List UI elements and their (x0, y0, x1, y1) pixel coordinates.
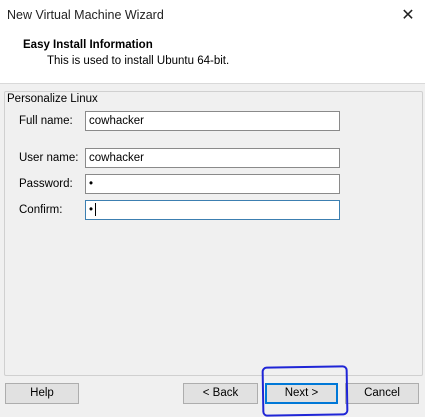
group-label: Personalize Linux (7, 93, 100, 105)
text-caret (95, 203, 96, 216)
user-name-label: User name: (19, 152, 79, 164)
back-button[interactable]: < Back (183, 383, 258, 404)
title-bar: New Virtual Machine Wizard ✕ (0, 0, 425, 31)
help-button[interactable]: Help (5, 383, 79, 404)
confirm-label: Confirm: (19, 204, 63, 216)
cancel-button[interactable]: Cancel (345, 383, 419, 404)
close-icon[interactable]: ✕ (399, 7, 417, 25)
page-title: Easy Install Information (23, 39, 153, 51)
personalize-linux-group (4, 91, 423, 376)
next-button[interactable]: Next > (265, 383, 338, 404)
confirm-field[interactable] (85, 200, 340, 220)
user-name-field[interactable] (85, 148, 340, 168)
password-label: Password: (19, 178, 73, 190)
window-title: New Virtual Machine Wizard (7, 8, 164, 22)
wizard-header: Easy Install Information This is used to… (0, 31, 425, 84)
full-name-field[interactable] (85, 111, 340, 131)
password-field[interactable] (85, 174, 340, 194)
full-name-label: Full name: (19, 115, 73, 127)
page-subtitle: This is used to install Ubuntu 64-bit. (47, 55, 230, 67)
